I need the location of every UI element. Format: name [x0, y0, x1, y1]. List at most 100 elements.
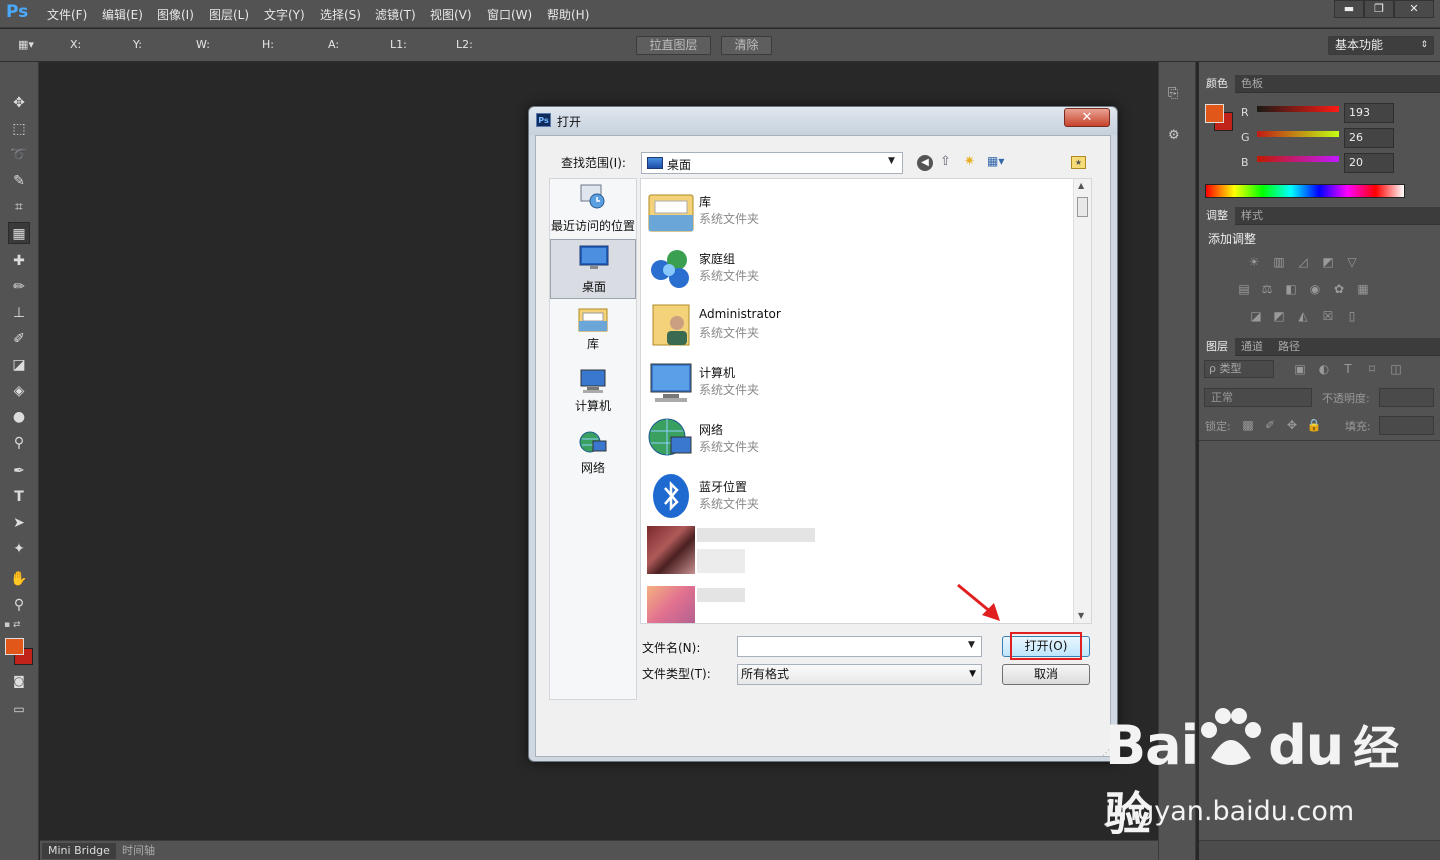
file-list-scrollbar[interactable]: ▲ ▼ [1073, 179, 1091, 623]
lock-position-icon[interactable]: ✥ [1284, 418, 1300, 432]
curves-icon[interactable]: ◿ [1295, 255, 1311, 269]
tab-adjustments[interactable]: 调整 [1199, 207, 1235, 225]
quick-mask-icon[interactable]: ◙ [8, 670, 30, 692]
menu-layer[interactable]: 图层(L) [209, 6, 249, 23]
new-folder-icon[interactable]: ✷ [964, 154, 980, 170]
look-in-select[interactable]: 桌面 ▼ [641, 152, 903, 174]
blur-tool-icon[interactable]: ● [8, 406, 30, 428]
place-library[interactable]: 库 [550, 301, 636, 361]
paint-bucket-icon[interactable]: ◈ [8, 380, 30, 402]
r-value[interactable]: 193 [1344, 103, 1394, 123]
healing-tool-icon[interactable]: ✚ [8, 250, 30, 272]
menu-view[interactable]: 视图(V) [430, 6, 472, 23]
exposure-icon[interactable]: ◩ [1320, 255, 1336, 269]
quick-select-tool-icon[interactable]: ✎ [8, 170, 30, 192]
tab-color[interactable]: 颜色 [1199, 75, 1235, 93]
restore-button[interactable]: ❐ [1364, 0, 1394, 18]
tab-styles[interactable]: 样式 [1234, 207, 1270, 225]
opacity-input[interactable] [1379, 388, 1434, 407]
pen-tool-icon[interactable]: ✒ [8, 460, 30, 482]
g-slider[interactable] [1257, 131, 1339, 137]
file-list[interactable]: 库 系统文件夹 家庭组 系统文件夹 Administrator 系统文件夹 计算… [640, 178, 1092, 624]
ruler-tool-icon[interactable]: ▦ [8, 222, 30, 244]
scroll-up-icon[interactable]: ▲ [1078, 181, 1084, 190]
filter-pixel-icon[interactable]: ▣ [1292, 362, 1308, 376]
scroll-thumb[interactable] [1077, 197, 1088, 217]
menu-window[interactable]: 窗口(W) [487, 6, 532, 23]
hue-sat-icon[interactable]: ▤ [1236, 282, 1252, 296]
file-item[interactable]: 蓝牙位置 系统文件夹 [645, 468, 1075, 522]
posterize-icon[interactable]: ◩ [1271, 309, 1287, 323]
tab-mini-bridge[interactable]: Mini Bridge [42, 843, 116, 859]
brightness-icon[interactable]: ☀ [1246, 255, 1262, 269]
file-item[interactable]: 网络 系统文件夹 [645, 411, 1075, 465]
brush-tool-icon[interactable]: ✏ [8, 276, 30, 298]
dodge-tool-icon[interactable]: ⚲ [8, 432, 30, 454]
file-item[interactable]: 库 系统文件夹 [645, 183, 1075, 237]
channel-mixer-icon[interactable]: ✿ [1331, 282, 1347, 296]
lock-all-icon[interactable]: 🔒 [1306, 418, 1322, 432]
tab-swatches[interactable]: 色板 [1234, 75, 1270, 93]
straighten-layer-button[interactable]: 拉直图层 [636, 36, 711, 55]
threshold-icon[interactable]: ◭ [1295, 309, 1311, 323]
filetype-select[interactable]: 所有格式 ▼ [737, 664, 982, 685]
menu-edit[interactable]: 编辑(E) [102, 6, 143, 23]
close-window-button[interactable]: ✕ [1394, 0, 1434, 18]
hand-tool-icon[interactable]: ✋ [8, 568, 30, 590]
history-panel-icon[interactable]: ⎘ [1168, 86, 1188, 106]
star-folder-icon[interactable]: ★ [1071, 156, 1086, 169]
place-recent[interactable]: 最近访问的位置 [550, 179, 636, 239]
dialog-close-button[interactable]: ✕ [1064, 108, 1110, 127]
tab-channels[interactable]: 通道 [1234, 338, 1270, 356]
b-slider[interactable] [1257, 156, 1339, 162]
layer-filter-select[interactable]: ρ 类型 [1204, 360, 1274, 378]
color-spectrum-bar[interactable] [1205, 184, 1405, 198]
menu-select[interactable]: 选择(S) [320, 6, 361, 23]
filter-type-icon[interactable]: T [1340, 362, 1356, 376]
up-folder-icon[interactable]: ⇧ [940, 154, 956, 170]
b-value[interactable]: 20 [1344, 153, 1394, 173]
lock-pixels-icon[interactable]: ✐ [1262, 418, 1278, 432]
r-slider[interactable] [1257, 106, 1339, 112]
file-item[interactable]: 计算机 系统文件夹 [645, 354, 1075, 408]
crop-tool-icon[interactable]: ⌗ [8, 196, 30, 218]
levels-icon[interactable]: ▥ [1271, 255, 1287, 269]
type-tool-icon[interactable]: T [8, 486, 30, 508]
color-lookup-icon[interactable]: ▦ [1355, 282, 1371, 296]
vibrance-icon[interactable]: ▽ [1344, 255, 1360, 269]
invert-icon[interactable]: ◪ [1248, 309, 1264, 323]
black-white-icon[interactable]: ◧ [1283, 282, 1299, 296]
menu-help[interactable]: 帮助(H) [547, 6, 589, 23]
blend-mode-select[interactable]: 正常 [1204, 388, 1312, 407]
menu-image[interactable]: 图像(I) [157, 6, 194, 23]
place-computer[interactable]: 计算机 [550, 363, 636, 423]
cancel-button[interactable]: 取消 [1002, 664, 1090, 685]
tab-timeline[interactable]: 时间轴 [120, 843, 157, 859]
swap-colors-icon[interactable]: ▪ ⇄ [4, 620, 34, 630]
shape-tool-icon[interactable]: ✦ [8, 538, 30, 560]
filter-adjust-icon[interactable]: ◐ [1316, 362, 1332, 376]
minimize-button[interactable]: ▬ [1334, 0, 1364, 18]
color-balance-icon[interactable]: ⚖ [1259, 282, 1275, 296]
view-menu-icon[interactable]: ▦▾ [987, 154, 1015, 170]
scroll-down-icon[interactable]: ▼ [1078, 611, 1084, 620]
place-desktop[interactable]: 桌面 [550, 239, 636, 299]
screen-mode-icon[interactable]: ▭ [8, 698, 30, 720]
tab-layers[interactable]: 图层 [1199, 338, 1235, 356]
lasso-tool-icon[interactable]: ➰ [8, 144, 30, 166]
menu-filter[interactable]: 滤镜(T) [375, 6, 416, 23]
place-network[interactable]: 网络 [550, 425, 636, 485]
file-item[interactable]: 家庭组 系统文件夹 [645, 240, 1075, 294]
photo-filter-icon[interactable]: ◉ [1307, 282, 1323, 296]
path-select-icon[interactable]: ➤ [8, 512, 30, 534]
foreground-color-swatch[interactable] [5, 638, 24, 655]
selective-color-icon[interactable]: ☒ [1320, 309, 1336, 323]
move-tool-icon[interactable]: ✥ [8, 92, 30, 114]
back-icon[interactable]: ◀ [917, 155, 933, 171]
menu-type[interactable]: 文字(Y) [264, 6, 305, 23]
panel-foreground-swatch[interactable] [1205, 104, 1224, 123]
properties-panel-icon[interactable]: ⚙ [1168, 128, 1188, 148]
filename-dropdown-icon[interactable]: ▼ [968, 640, 975, 650]
clear-button[interactable]: 清除 [721, 36, 772, 55]
filename-input[interactable] [737, 636, 982, 657]
